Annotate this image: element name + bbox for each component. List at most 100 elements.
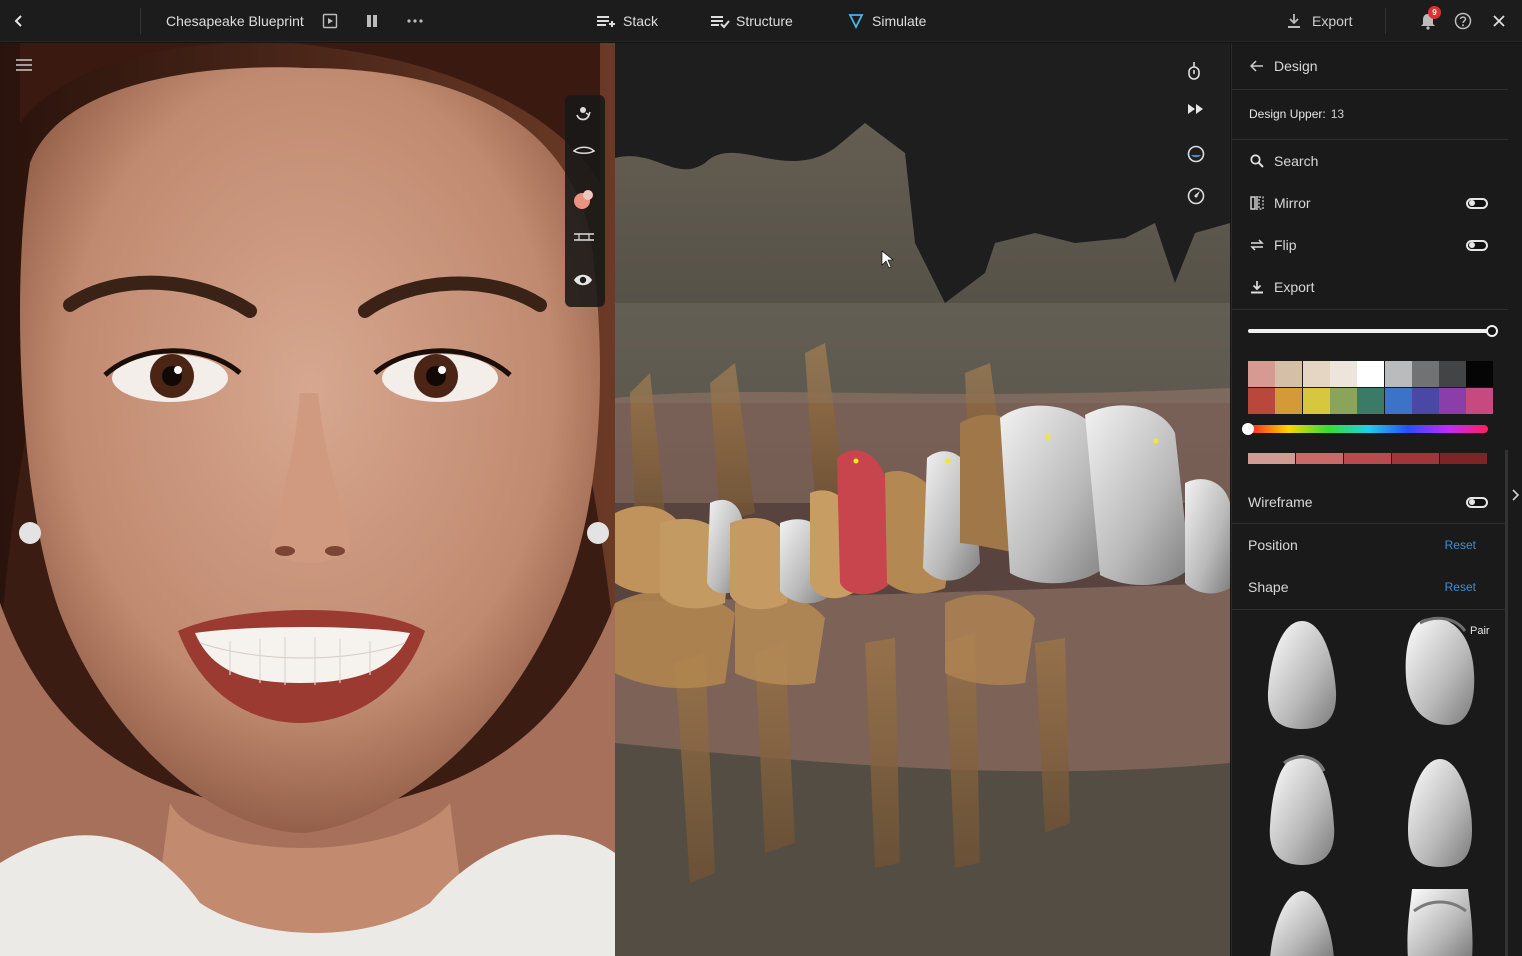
tooth-shape-thumbnail[interactable] bbox=[1262, 617, 1342, 740]
shade-swatch[interactable] bbox=[1248, 453, 1295, 464]
patient-face-photo bbox=[0, 43, 615, 956]
position-reset-link[interactable]: Reset bbox=[1445, 538, 1476, 552]
color-swatch[interactable] bbox=[1302, 388, 1330, 414]
lip-line-icon[interactable] bbox=[573, 145, 597, 169]
color-swatch[interactable] bbox=[1384, 388, 1412, 414]
shape-reset-link[interactable]: Reset bbox=[1445, 580, 1476, 594]
flip-toggle[interactable] bbox=[1466, 239, 1488, 251]
top-bar: Chesapeake Blueprint Stack Structure Sim… bbox=[0, 0, 1522, 42]
search-row[interactable]: Search bbox=[1232, 140, 1508, 182]
tab-stack[interactable]: Stack bbox=[623, 0, 658, 42]
compass-icon[interactable] bbox=[1187, 187, 1213, 213]
close-icon[interactable] bbox=[1489, 11, 1509, 31]
color-swatch[interactable] bbox=[1357, 361, 1385, 387]
color-swatch[interactable] bbox=[1302, 361, 1330, 387]
search-label: Search bbox=[1274, 153, 1319, 169]
shape-row: Shape Reset bbox=[1232, 566, 1508, 608]
opacity-slider-handle[interactable] bbox=[1486, 325, 1498, 337]
lock-icon[interactable] bbox=[1187, 61, 1213, 87]
face-illustration bbox=[0, 43, 615, 956]
download-icon bbox=[1284, 11, 1304, 31]
export-row[interactable]: Export bbox=[1232, 266, 1508, 308]
shade-swatch[interactable] bbox=[1344, 453, 1391, 464]
color-swatch[interactable] bbox=[1411, 388, 1439, 414]
project-title: Chesapeake Blueprint bbox=[166, 13, 304, 29]
arrow-left-icon[interactable] bbox=[1249, 58, 1265, 74]
position-row: Position Reset bbox=[1232, 524, 1508, 566]
pair-label: Pair bbox=[1470, 625, 1490, 637]
divider bbox=[140, 8, 141, 34]
panel-title: Design bbox=[1274, 58, 1318, 74]
design-upper-row: Design Upper: 13 bbox=[1232, 93, 1508, 135]
more-icon[interactable] bbox=[405, 11, 425, 31]
hue-slider-handle[interactable] bbox=[1242, 423, 1254, 435]
mirror-label: Mirror bbox=[1274, 195, 1311, 211]
export-button[interactable]: Export bbox=[1312, 0, 1352, 42]
shade-swatch[interactable] bbox=[1296, 453, 1343, 464]
shade-swatch[interactable] bbox=[1440, 453, 1487, 464]
play-icon[interactable] bbox=[320, 11, 340, 31]
color-swatch[interactable] bbox=[1248, 388, 1275, 414]
color-swatch[interactable] bbox=[1275, 361, 1303, 387]
fast-forward-icon[interactable] bbox=[1187, 103, 1213, 129]
panel-scrollbar[interactable] bbox=[1505, 450, 1508, 956]
tooth-shape-thumbnail[interactable] bbox=[1400, 613, 1480, 736]
wireframe-toggle[interactable] bbox=[1466, 496, 1488, 508]
download-icon bbox=[1249, 279, 1265, 295]
notification-badge: 9 bbox=[1428, 6, 1441, 19]
menu-icon[interactable] bbox=[15, 58, 33, 72]
color-swatch[interactable] bbox=[1384, 361, 1412, 387]
color-swatch[interactable] bbox=[1248, 361, 1275, 387]
flip-icon bbox=[1249, 237, 1265, 253]
midline-icon[interactable] bbox=[573, 231, 597, 255]
structure-icon bbox=[710, 11, 730, 31]
color-swatch[interactable] bbox=[1329, 388, 1357, 414]
color-swatch[interactable] bbox=[1411, 361, 1439, 387]
mirror-toggle[interactable] bbox=[1466, 197, 1488, 209]
divider bbox=[1232, 89, 1508, 90]
divider bbox=[1385, 8, 1386, 34]
color-swatch[interactable] bbox=[1275, 388, 1303, 414]
shape-label: Shape bbox=[1248, 579, 1289, 595]
simulate-icon bbox=[846, 11, 866, 31]
chevron-right-icon[interactable] bbox=[1510, 486, 1522, 504]
flip-row: Flip bbox=[1232, 224, 1508, 266]
divider bbox=[1232, 309, 1508, 310]
tooth-shape-thumbnail[interactable] bbox=[1400, 889, 1480, 956]
design-upper-value: 13 bbox=[1330, 107, 1345, 121]
export-label: Export bbox=[1274, 279, 1315, 295]
color-swatch[interactable] bbox=[1466, 388, 1494, 414]
tooth-shape-thumbnail[interactable] bbox=[1262, 751, 1342, 874]
dental-scan-render bbox=[615, 43, 1230, 956]
tab-structure[interactable]: Structure bbox=[736, 0, 793, 42]
color-swatch[interactable] bbox=[1439, 361, 1467, 387]
color-swatch[interactable] bbox=[1357, 388, 1385, 414]
stack-icon bbox=[596, 11, 616, 31]
color-tone-icon[interactable] bbox=[573, 188, 597, 212]
opacity-slider[interactable] bbox=[1248, 329, 1492, 333]
back-chevron-icon[interactable] bbox=[9, 11, 29, 31]
design-upper-label: Design Upper: bbox=[1249, 107, 1326, 121]
search-icon bbox=[1249, 153, 1265, 169]
wireframe-label: Wireframe bbox=[1248, 494, 1313, 510]
color-swatch[interactable] bbox=[1466, 361, 1494, 387]
eye-icon[interactable] bbox=[573, 273, 597, 297]
columns-icon[interactable] bbox=[362, 11, 382, 31]
help-icon[interactable] bbox=[1453, 11, 1473, 31]
color-swatch[interactable] bbox=[1439, 388, 1467, 414]
color-swatch[interactable] bbox=[1329, 361, 1357, 387]
hue-slider[interactable] bbox=[1248, 425, 1488, 433]
position-label: Position bbox=[1248, 537, 1298, 553]
tooth-shape-thumbnail[interactable] bbox=[1400, 755, 1480, 878]
design-panel: Design Design Upper: 13 Search Mirror Fl… bbox=[1231, 43, 1522, 956]
wireframe-row: Wireframe bbox=[1232, 481, 1508, 523]
3d-viewport[interactable] bbox=[615, 43, 1230, 956]
rotate-face-icon[interactable] bbox=[573, 103, 597, 127]
shade-swatch[interactable] bbox=[1392, 453, 1439, 464]
view-mode-icon[interactable] bbox=[1187, 145, 1213, 171]
tab-simulate[interactable]: Simulate bbox=[872, 0, 926, 42]
flip-label: Flip bbox=[1274, 237, 1297, 253]
mirror-row: Mirror bbox=[1232, 182, 1508, 224]
panel-header: Design bbox=[1232, 45, 1508, 87]
tooth-shape-thumbnail[interactable] bbox=[1262, 889, 1342, 956]
